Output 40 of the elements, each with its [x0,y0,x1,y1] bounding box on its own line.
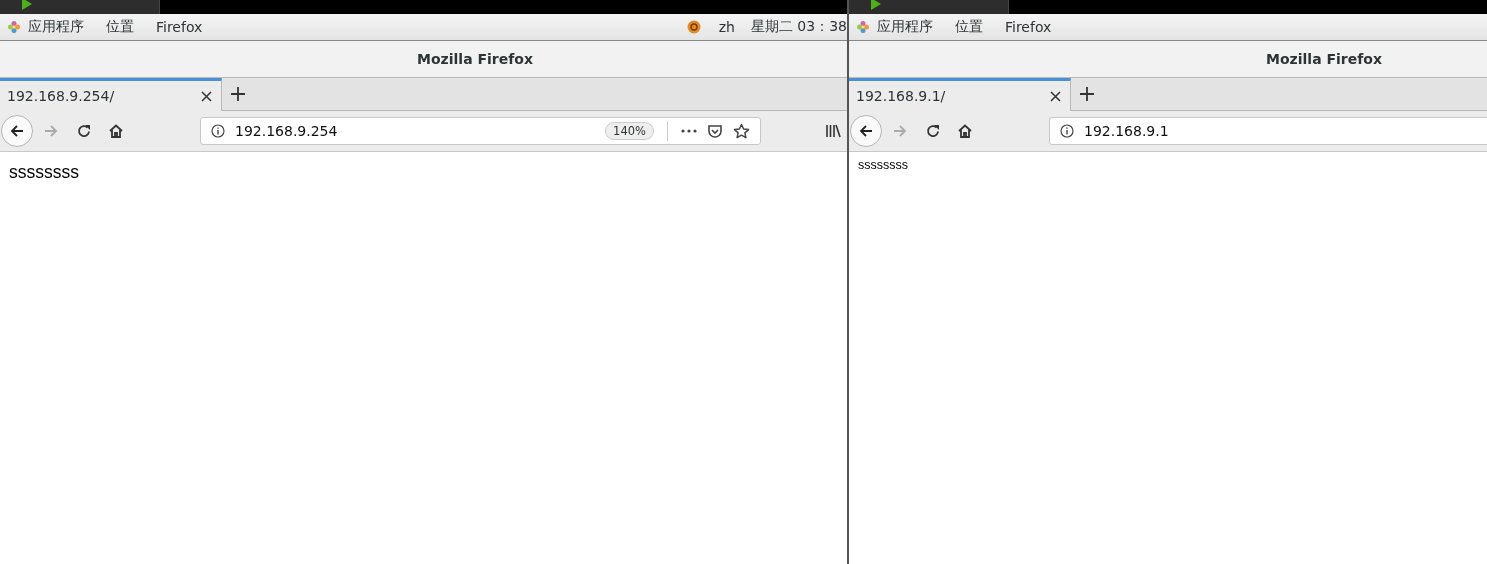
back-button[interactable] [1,115,33,147]
page-text: ssssssss [9,162,79,184]
info-icon[interactable] [1060,124,1074,138]
status-icon[interactable] [686,20,701,34]
terminal-icon [20,0,34,10]
home-icon[interactable] [108,123,124,139]
close-tab-icon[interactable] [1050,90,1061,102]
window-title: Mozilla Firefox [1266,51,1382,67]
library-icon[interactable] [825,123,841,139]
home-icon[interactable] [957,123,973,139]
top-bar-menu[interactable]: Firefox [1005,19,1052,35]
top-bar-menu[interactable]: Firefox [156,19,203,35]
reload-icon[interactable] [76,123,92,139]
top-bar-menu[interactable]: 位置 [955,18,983,36]
apps-icon[interactable] [7,20,21,34]
browser-tab[interactable]: 192.168.9.254/ [0,78,222,111]
new-tab-icon[interactable] [231,87,245,101]
bookmark-star-icon[interactable] [733,122,750,140]
back-button[interactable] [850,115,882,147]
taskbar-tab[interactable] [849,0,1009,14]
input-method[interactable]: zh [718,19,735,35]
browser-tab[interactable]: 192.168.9.1/ [849,78,1071,111]
window-title: Mozilla Firefox [417,51,533,67]
address-bar[interactable]: 192.168.9.1 [1049,117,1487,145]
new-tab-icon[interactable] [1080,87,1094,101]
terminal-icon [869,0,883,10]
top-bar-menu[interactable]: 应用程序 [28,18,84,36]
top-bar-menu[interactable]: 应用程序 [877,18,933,36]
reload-icon[interactable] [925,123,941,139]
apps-icon[interactable] [856,20,870,34]
info-icon[interactable] [211,124,225,138]
zoom-level[interactable]: 140% [605,122,654,140]
page-text: ssssssss [858,158,908,172]
address-bar[interactable]: 192.168.9.254 140% [200,117,761,145]
close-tab-icon[interactable] [201,90,212,102]
pocket-icon[interactable] [707,123,723,139]
more-icon[interactable] [681,129,697,133]
top-bar-menu[interactable]: 位置 [106,18,134,36]
clock[interactable]: 星期二 03：38 [750,18,847,36]
taskbar-tab[interactable] [0,0,160,14]
